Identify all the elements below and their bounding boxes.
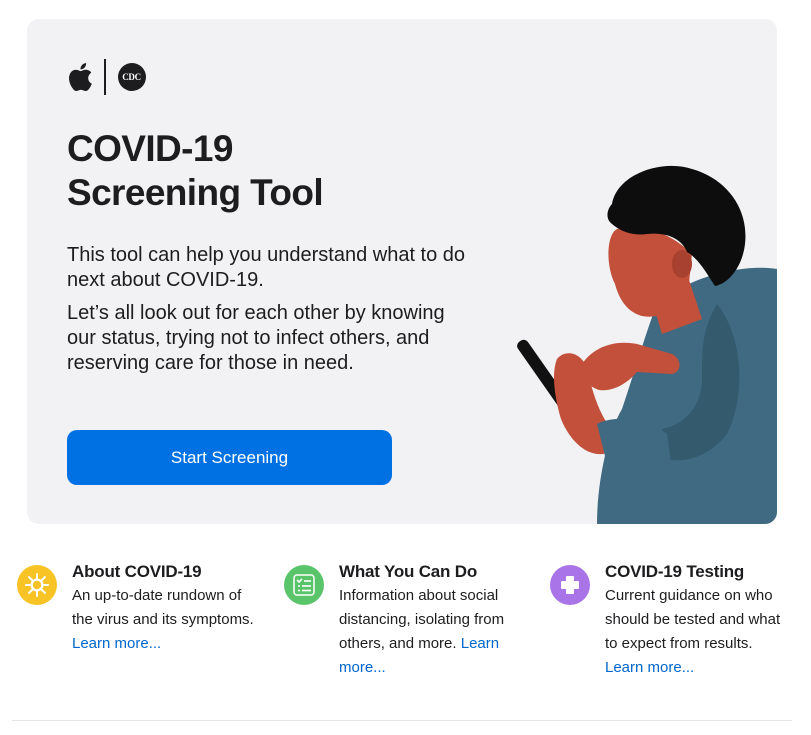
medical-cross-icon [550,565,590,605]
feature-text: What You Can Do Information about social… [339,560,529,680]
feature-description: Current guidance on who should be tested… [605,584,795,680]
community-paragraph: Let’s all look out for each other by kno… [67,302,445,374]
person-with-phone-illustration [517,165,777,524]
feature-what-you-can-do: What You Can Do Information about social… [284,560,529,680]
feature-description-text: An up-to-date rundown of the virus and i… [72,587,254,628]
feature-title: COVID-19 Testing [605,562,745,581]
feature-title: About COVID-19 [72,562,202,581]
cdc-logo: CDC [117,63,146,91]
title-line-2: Screening Tool [67,172,324,213]
features-row: About COVID-19 An up-to-date rundown of … [0,560,811,700]
page-title: COVID-19 Screening Tool [67,127,467,215]
feature-covid-testing: COVID-19 Testing Current guidance on who… [550,560,795,680]
intro-paragraph: This tool can help you understand what t… [67,244,466,291]
feature-about-covid: About COVID-19 An up-to-date rundown of … [17,560,262,656]
logo-divider [104,59,106,95]
feature-description: Information about social distancing, iso… [339,584,529,680]
feature-title: What You Can Do [339,562,478,581]
feature-text: About COVID-19 An up-to-date rundown of … [72,560,262,656]
hero-card: CDC COVID-19 Screening Tool This tool ca… [27,19,777,524]
checklist-icon [284,565,324,605]
virus-icon [17,565,57,605]
apple-icon [69,63,92,92]
learn-more-link[interactable]: Learn more... [72,635,161,652]
partner-logos: CDC [67,59,146,95]
start-screening-button[interactable]: Start Screening [67,430,392,485]
feature-description: An up-to-date rundown of the virus and i… [72,584,262,656]
title-line-1: COVID-19 [67,128,233,169]
feature-text: COVID-19 Testing Current guidance on who… [605,560,795,680]
feature-description-text: Current guidance on who should be tested… [605,587,781,652]
learn-more-link[interactable]: Learn more... [605,659,694,676]
divider [12,720,792,721]
